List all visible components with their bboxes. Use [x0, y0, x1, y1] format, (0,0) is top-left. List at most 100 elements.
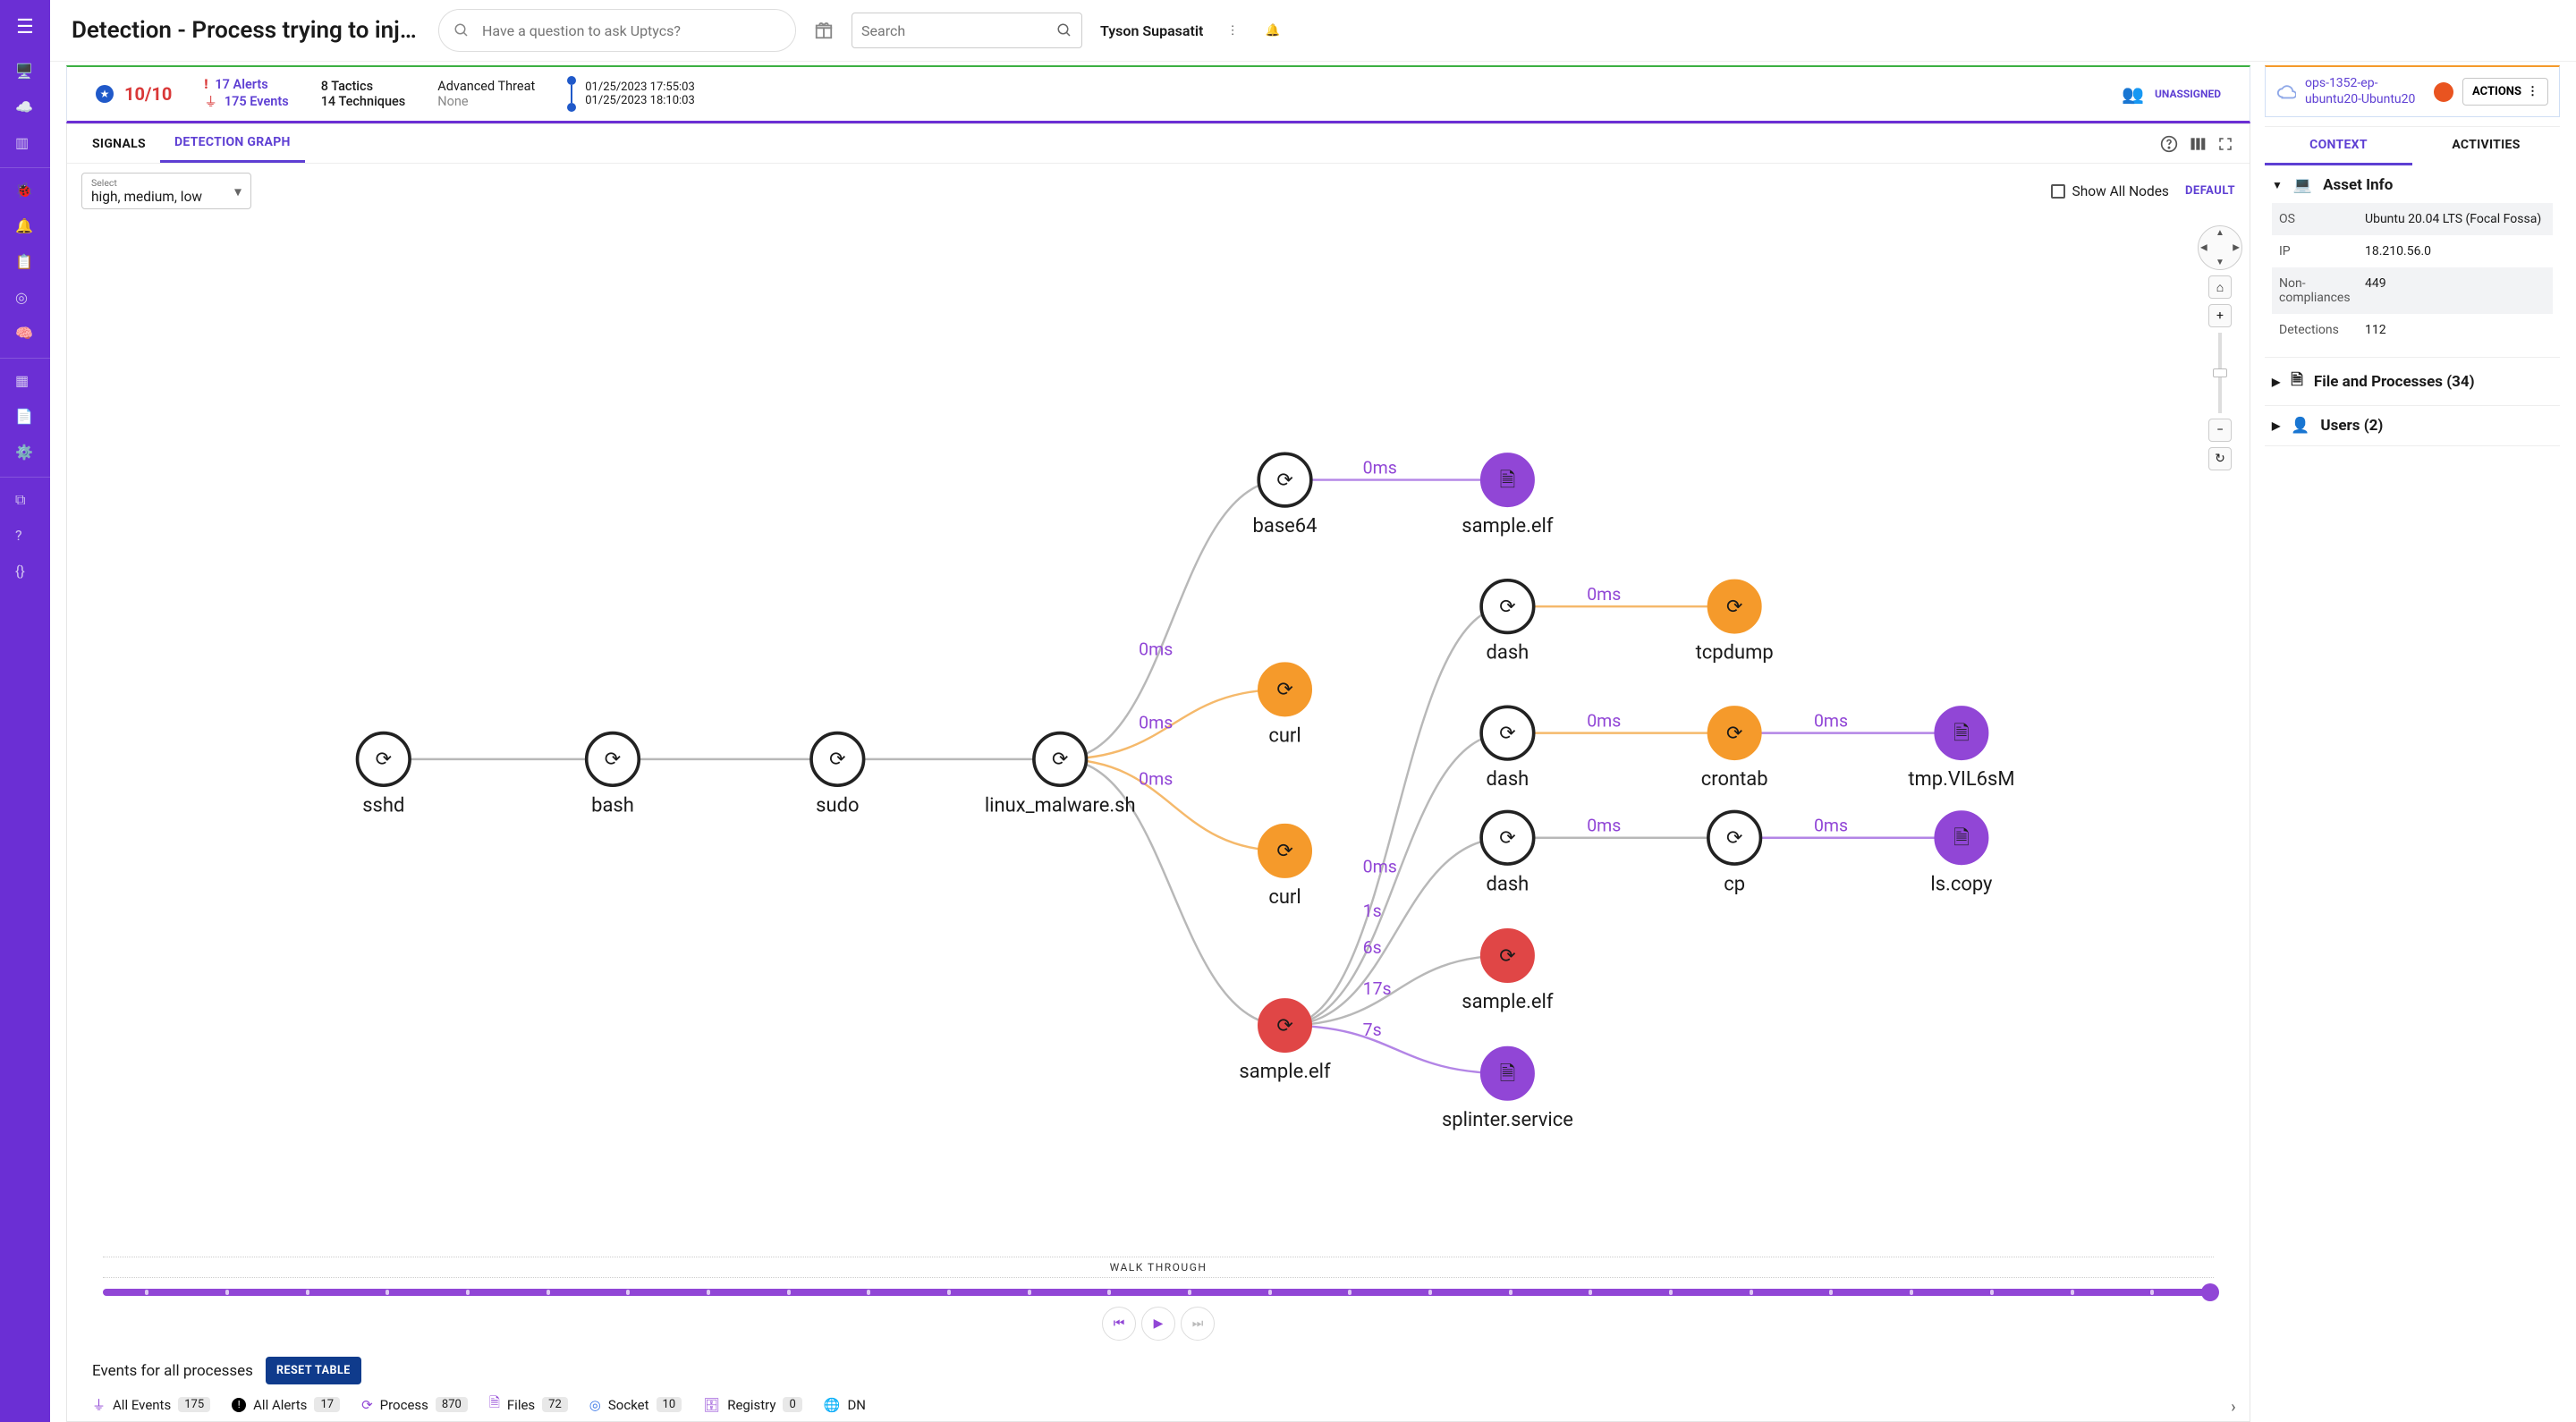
svg-text:⟳: ⟳ [1276, 841, 1292, 863]
nav-bug-icon[interactable]: 🐞 [0, 174, 50, 209]
columns-icon[interactable] [2183, 130, 2212, 158]
tab-process[interactable]: ⟳Process870 [361, 1397, 468, 1413]
laptop-icon: 💻 [2293, 176, 2312, 194]
reset-table-button[interactable]: RESET TABLE [266, 1357, 361, 1384]
graph-node-splinter[interactable]: 🗎splinter.service [1442, 1047, 1573, 1131]
nav-endpoint-icon[interactable]: 🖥️ [0, 55, 50, 90]
svg-text:sample.elf: sample.elf [1239, 1061, 1331, 1083]
svg-text:0ms: 0ms [1139, 712, 1173, 732]
zoom-out-button[interactable]: − [2208, 419, 2232, 442]
tab-registry[interactable]: 🗄Registry0 [703, 1397, 802, 1413]
tab-files[interactable]: 🗎Files72 [489, 1393, 568, 1416]
graph-node-lm[interactable]: ⟳ linux_malware.sh [985, 733, 1136, 817]
time-end: 01/25/2023 18:10:03 [585, 94, 695, 107]
page-title: Detection - Process trying to inject co… [72, 17, 420, 44]
gift-icon[interactable] [814, 21, 834, 40]
nav-bell-icon[interactable]: 🔔 [0, 209, 50, 245]
user-name[interactable]: Tyson Supasatit [1100, 22, 1203, 39]
graph-node-dash2[interactable]: ⟳dash [1481, 707, 1534, 791]
graph-node-crontab[interactable]: ⟳crontab [1701, 707, 1768, 791]
svg-text:⟳: ⟳ [1276, 470, 1292, 492]
svg-text:ls.copy: ls.copy [1930, 873, 1993, 895]
svg-text:cp: cp [1724, 873, 1745, 895]
graph-node-tmp[interactable]: 🗎tmp.VIL6sM [1908, 707, 2014, 791]
alerts-link[interactable]: 17 Alerts [215, 77, 267, 92]
rewind-button[interactable]: ⏮ [1102, 1307, 1136, 1341]
svg-text:0ms: 0ms [1587, 815, 1621, 835]
svg-text:⟳: ⟳ [376, 749, 392, 771]
nav-api-icon[interactable]: {} [0, 554, 50, 590]
advanced-threat-label: Advanced Threat [437, 79, 535, 94]
graph-node-dash1[interactable]: ⟳dash [1481, 580, 1534, 664]
users-accordion[interactable]: ▶ 👤 Users (2) [2272, 417, 2553, 435]
assignment-status[interactable]: UNASSIGNED [2155, 88, 2221, 100]
graph-node-sshd[interactable]: ⟳sshd [358, 733, 411, 817]
help-icon[interactable] [2155, 130, 2183, 158]
svg-text:0ms: 0ms [1814, 710, 1848, 731]
nav-integration-icon[interactable]: ⧉ [0, 483, 50, 519]
graph-node-sampleelf3[interactable]: ⟳sample.elf [1462, 929, 1554, 1013]
default-layout-button[interactable]: DEFAULT [2185, 184, 2235, 198]
scroll-tabs-right[interactable]: › [2221, 1393, 2242, 1421]
search-icon [1056, 22, 1072, 38]
svg-text:linux_malware.sh: linux_malware.sh [985, 794, 1136, 817]
nav-target-icon[interactable]: ◎ [0, 281, 50, 317]
notifications-icon[interactable]: 🔔 [1262, 21, 1284, 41]
tab-socket[interactable]: ◎Socket10 [589, 1397, 682, 1413]
nav-container-icon[interactable]: ▥ [0, 126, 50, 162]
nav-brain-icon[interactable]: 🧠 [0, 317, 50, 352]
fullscreen-icon[interactable] [2212, 131, 2239, 157]
graph-node-curl1[interactable]: ⟳curl [1258, 664, 1311, 748]
graph-node-cp[interactable]: ⟳cp [1708, 811, 1761, 895]
forward-button[interactable]: ⏭ [1181, 1307, 1215, 1341]
svg-text:tcpdump: tcpdump [1696, 642, 1774, 664]
nav-help-icon[interactable]: ? [0, 519, 50, 554]
ask-uptycs-field[interactable] [482, 22, 781, 39]
process-graph-canvas[interactable]: 0ms0ms0ms0ms0ms1s6s17s7s0ms0ms0ms0ms0ms⟳… [67, 218, 2250, 1257]
graph-node-lscopy[interactable]: 🗎ls.copy [1930, 811, 1993, 895]
home-view-button[interactable]: ⌂ [2208, 275, 2232, 299]
global-search-input[interactable] [861, 22, 1049, 39]
svg-text:⟳: ⟳ [1052, 749, 1068, 771]
tab-all-alerts[interactable]: !All Alerts17 [232, 1397, 340, 1413]
play-button[interactable]: ▶ [1141, 1307, 1175, 1341]
svg-text:dash: dash [1487, 873, 1530, 895]
asset-info-accordion[interactable]: ▼ 💻 Asset Info [2272, 176, 2553, 194]
actions-button[interactable]: ACTIONS⋮ [2462, 78, 2548, 106]
svg-text:⟳: ⟳ [1276, 1015, 1292, 1037]
tab-context[interactable]: CONTEXT [2265, 127, 2412, 165]
severity-select[interactable]: Select high, medium, low [81, 173, 251, 209]
tab-signals[interactable]: SIGNALS [78, 126, 160, 162]
tab-all-events[interactable]: ⏚All Events175 [92, 1395, 210, 1414]
severity-star-icon: ★ [96, 85, 114, 103]
ask-uptycs-input[interactable] [438, 9, 796, 52]
graph-node-tcpdump[interactable]: ⟳tcpdump [1696, 580, 1774, 664]
global-search[interactable] [852, 13, 1082, 48]
nav-settings-icon[interactable]: ⚙️ [0, 436, 50, 471]
graph-node-sudo[interactable]: ⟳sudo [811, 733, 864, 817]
nav-report-icon[interactable]: 📄 [0, 400, 50, 436]
tab-activities[interactable]: ACTIVITIES [2412, 127, 2560, 165]
pan-control[interactable]: ▲▼◀▶ [2198, 225, 2242, 270]
timeline-slider[interactable] [103, 1289, 2214, 1296]
refresh-graph-button[interactable]: ↻ [2208, 447, 2232, 470]
menu-toggle[interactable]: ☰ [16, 9, 34, 55]
zoom-slider[interactable] [2218, 333, 2222, 413]
graph-node-bash[interactable]: ⟳bash [587, 733, 640, 817]
graph-node-dash3[interactable]: ⟳dash [1481, 811, 1534, 895]
events-link[interactable]: 175 Events [225, 94, 289, 109]
nav-cloud-icon[interactable]: ☁️ [0, 90, 50, 126]
graph-node-base64[interactable]: ⟳base64 [1253, 453, 1318, 537]
tab-detection-graph[interactable]: DETECTION GRAPH [160, 124, 305, 163]
graph-node-curl2[interactable]: ⟳curl [1258, 825, 1311, 909]
zoom-in-button[interactable]: + [2208, 304, 2232, 327]
graph-node-sampleelf1[interactable]: 🗎sample.elf [1462, 453, 1554, 537]
file-processes-accordion[interactable]: ▶ 🗎 File and Processes (34) [2272, 368, 2553, 394]
nav-dashboard-icon[interactable]: ▦ [0, 364, 50, 400]
show-all-nodes-checkbox[interactable]: Show All Nodes [2051, 183, 2169, 199]
nav-clipboard-icon[interactable]: 📋 [0, 245, 50, 281]
severity-select-label: Select [91, 177, 224, 189]
asset-name-link[interactable]: ops-1352-ep-ubuntu20-Ubuntu20 [2305, 76, 2425, 107]
tab-dns[interactable]: 🌐DN [824, 1397, 866, 1413]
kebab-menu-icon[interactable]: ⋮ [1223, 21, 1241, 41]
